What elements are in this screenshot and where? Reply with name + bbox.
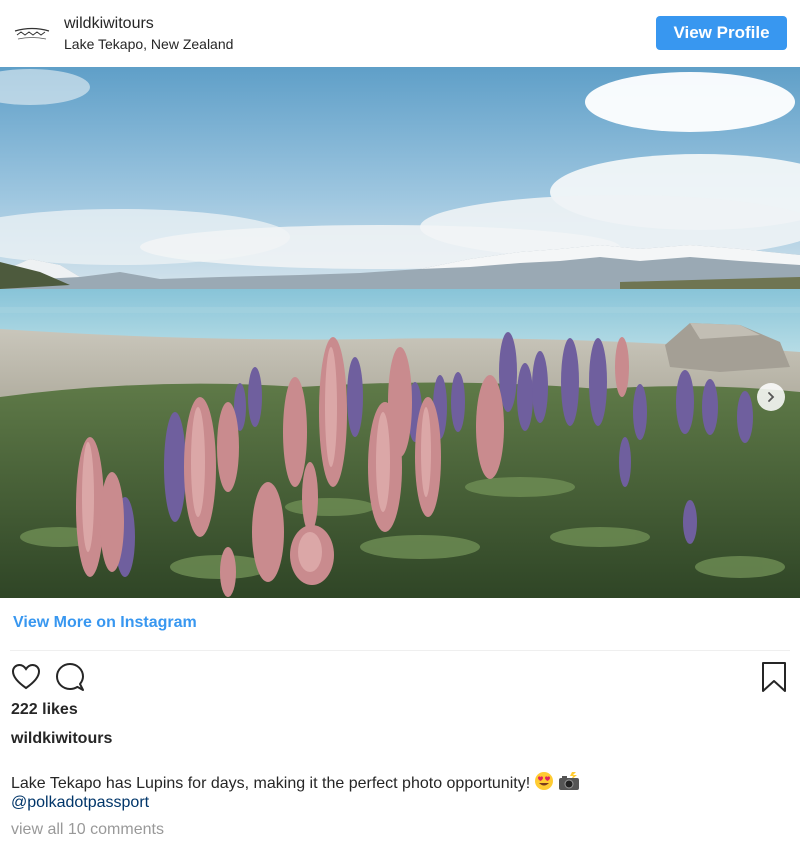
post-username[interactable]: wildkiwitours: [64, 15, 154, 33]
post-header: wildkiwitours Lake Tekapo, New Zealand V…: [0, 0, 800, 66]
caption-body: Lake Tekapo has Lupins for days, making …: [11, 775, 531, 792]
heart-icon[interactable]: [10, 661, 42, 698]
post-photo[interactable]: [0, 67, 800, 598]
bookmark-icon[interactable]: [760, 661, 788, 698]
lake-tekapo-lupins-photo: [0, 67, 800, 598]
camera-with-flash-emoji: [558, 771, 580, 796]
chevron-right-icon[interactable]: [757, 383, 785, 411]
heart-eyes-emoji: [534, 771, 554, 796]
caption-text: Lake Tekapo has Lupins for days, making …: [11, 771, 580, 796]
caption-username[interactable]: wildkiwitours: [11, 730, 112, 748]
post-location[interactable]: Lake Tekapo, New Zealand: [64, 36, 233, 52]
view-more-on-instagram-link[interactable]: View More on Instagram: [13, 614, 197, 632]
divider: [10, 650, 790, 651]
view-profile-button[interactable]: View Profile: [656, 16, 787, 50]
wildkiwi-logo-icon[interactable]: [12, 20, 52, 46]
likes-count[interactable]: 222 likes: [11, 701, 78, 719]
mention-link[interactable]: @polkadotpassport: [11, 794, 149, 812]
comment-icon[interactable]: [54, 661, 86, 698]
view-comments-link[interactable]: view all 10 comments: [11, 821, 164, 839]
